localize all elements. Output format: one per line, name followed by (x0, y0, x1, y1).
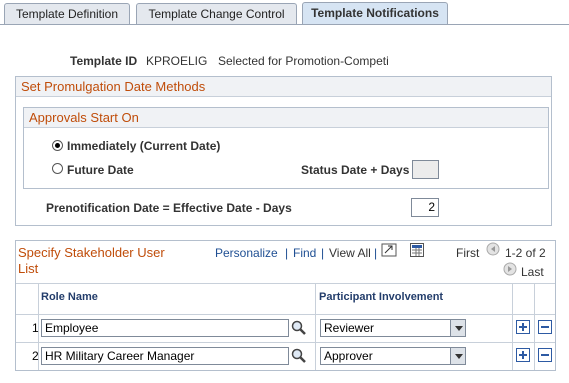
next-arrow-icon (503, 262, 517, 279)
template-description: Selected for Promotion-Competi (218, 54, 389, 68)
minus-icon[interactable] (538, 348, 552, 362)
radio-future-date[interactable] (52, 163, 63, 174)
role-name-input[interactable]: HR Military Career Manager (41, 347, 289, 365)
grid-col-divider (512, 283, 513, 370)
radio-future-date-label: Future Date (67, 163, 134, 177)
tab-divider (0, 24, 569, 25)
tab-template-notifications[interactable]: Template Notifications (302, 2, 448, 24)
template-id-value: KPROELIG (146, 54, 208, 68)
toolbar-separator: | (321, 246, 325, 260)
last-label: Last (521, 265, 544, 279)
role-name-input[interactable]: Employee (41, 319, 289, 337)
template-id-label: Template ID (70, 54, 138, 68)
column-header-role-name[interactable]: Role Name (41, 291, 98, 303)
expand-grid-icon[interactable] (381, 243, 397, 260)
participant-involvement-select[interactable]: Reviewer (320, 319, 466, 337)
tab-template-change-control[interactable]: Template Change Control (136, 3, 297, 24)
stakeholder-grid-title-line1: Specify Stakeholder User (18, 245, 165, 260)
participant-involvement-value: Reviewer (324, 321, 375, 335)
plus-icon[interactable] (516, 348, 530, 362)
row-number: 1 (32, 321, 39, 335)
grid-col-divider (315, 283, 316, 370)
status-date-days-input[interactable] (412, 160, 439, 179)
column-header-participant-involvement[interactable]: Participant Involvement (319, 291, 443, 303)
participant-involvement-select[interactable]: Approver (320, 347, 466, 365)
toolbar-separator: | (285, 246, 289, 260)
personalize-link[interactable]: Personalize (215, 246, 278, 260)
radio-immediately-label: Immediately (Current Date) (67, 139, 221, 153)
prenotification-days-input[interactable]: 2 (411, 198, 439, 217)
tab-label: Template Definition (15, 7, 119, 21)
approvals-section-title: Approvals Start On (24, 108, 548, 128)
grid-row-divider (16, 342, 555, 343)
first-label: First (456, 246, 480, 260)
magnifier-icon[interactable] (291, 348, 307, 367)
promulgation-section-title: Set Promulgation Date Methods (16, 77, 551, 97)
view-all-link[interactable]: View All (329, 246, 371, 260)
grid-header-top-line (16, 283, 555, 284)
tab-label: Template Change Control (148, 7, 285, 21)
find-link[interactable]: Find (293, 246, 316, 260)
row-range: 1-2 of 2 (505, 246, 546, 260)
tab-template-definition[interactable]: Template Definition (4, 3, 130, 24)
tab-label: Template Notifications (311, 6, 439, 20)
magnifier-icon[interactable] (291, 320, 307, 339)
prenotification-label: Prenotification Date = Effective Date - … (46, 201, 292, 215)
grid-header-bottom-line (16, 314, 555, 315)
grid-col-divider (534, 283, 535, 370)
toolbar-separator: | (374, 246, 378, 260)
radio-immediately[interactable] (52, 140, 63, 151)
chevron-down-icon (450, 348, 465, 364)
row-number: 2 (32, 349, 39, 363)
spreadsheet-icon[interactable] (410, 243, 424, 260)
participant-involvement-value: Approver (324, 349, 373, 363)
stakeholder-grid-title: Specify Stakeholder User List (18, 245, 165, 277)
prev-arrow-icon (486, 242, 500, 259)
status-date-label: Status Date + Days (301, 163, 410, 177)
minus-icon[interactable] (538, 320, 552, 334)
chevron-down-icon (450, 320, 465, 336)
plus-icon[interactable] (516, 320, 530, 334)
stakeholder-grid-title-line2: List (18, 261, 39, 276)
